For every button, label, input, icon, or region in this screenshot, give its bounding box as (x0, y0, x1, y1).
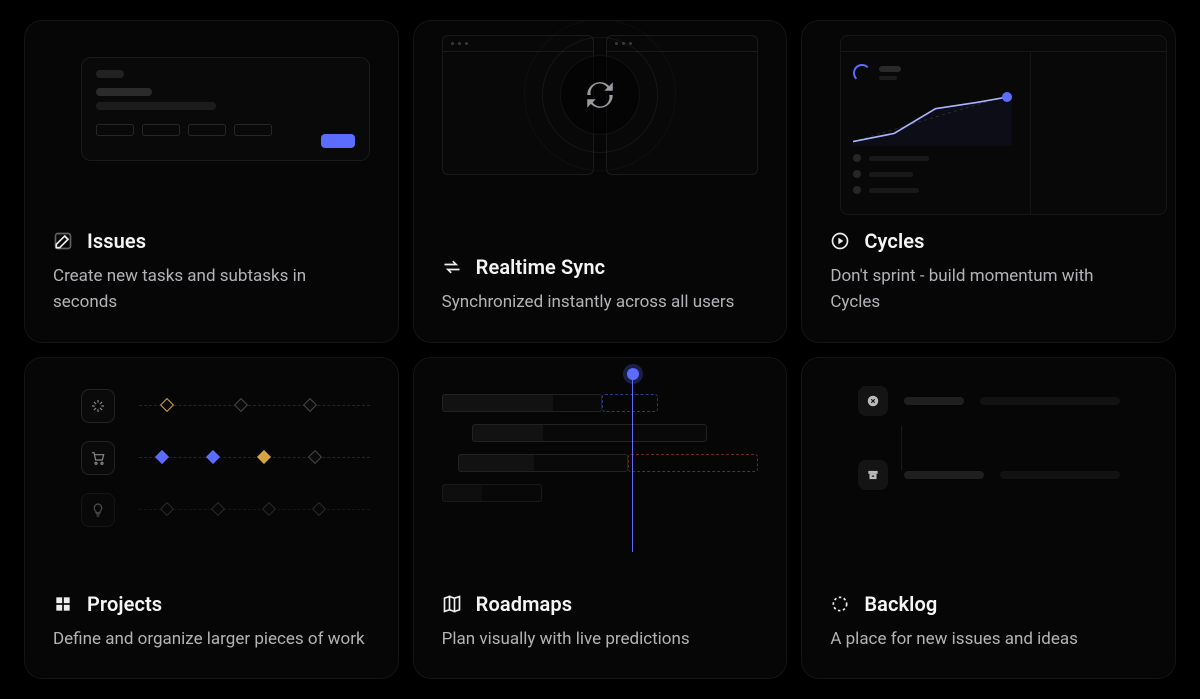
issues-illustration (53, 21, 370, 221)
feature-card-realtime[interactable]: Realtime Sync Synchronized instantly acr… (413, 20, 788, 343)
feature-card-roadmaps[interactable]: Roadmaps Plan visually with live predict… (413, 357, 788, 680)
feature-card-cycles[interactable]: Cycles Don't sprint - build momentum wit… (801, 20, 1176, 343)
swap-icon (442, 257, 462, 277)
bulb-icon (81, 493, 115, 527)
backlog-illustration (830, 358, 1147, 584)
realtime-illustration (442, 21, 759, 247)
feature-title: Roadmaps (476, 592, 572, 616)
roadmaps-illustration (442, 358, 759, 584)
feature-card-issues[interactable]: Issues Create new tasks and subtasks in … (24, 20, 399, 343)
feature-grid: Issues Create new tasks and subtasks in … (0, 0, 1200, 699)
feature-desc: Synchronized instantly across all users (442, 289, 759, 315)
sparkle-icon (81, 389, 115, 423)
feature-title: Issues (87, 229, 146, 253)
map-icon (442, 594, 462, 614)
grid-icon (53, 594, 73, 614)
feature-desc: A place for new issues and ideas (830, 626, 1147, 652)
feature-card-backlog[interactable]: Backlog A place for new issues and ideas (801, 357, 1176, 680)
feature-title: Cycles (864, 229, 924, 253)
feature-desc: Plan visually with live predictions (442, 626, 759, 652)
feature-desc: Create new tasks and subtasks in seconds (53, 263, 370, 316)
cycles-illustration (830, 21, 1147, 221)
archive-icon (858, 460, 888, 490)
sync-icon (578, 73, 622, 117)
projects-illustration (53, 358, 370, 584)
edit-icon (53, 231, 73, 251)
feature-title: Projects (87, 592, 162, 616)
dashed-circle-icon (830, 594, 850, 614)
feature-desc: Don't sprint - build momentum with Cycle… (830, 263, 1147, 316)
close-circle-icon (858, 386, 888, 416)
feature-card-projects[interactable]: Projects Define and organize larger piec… (24, 357, 399, 680)
feature-title: Backlog (864, 592, 937, 616)
feature-title: Realtime Sync (476, 255, 605, 279)
play-circle-icon (830, 231, 850, 251)
cart-icon (81, 441, 115, 475)
feature-desc: Define and organize larger pieces of wor… (53, 626, 370, 652)
